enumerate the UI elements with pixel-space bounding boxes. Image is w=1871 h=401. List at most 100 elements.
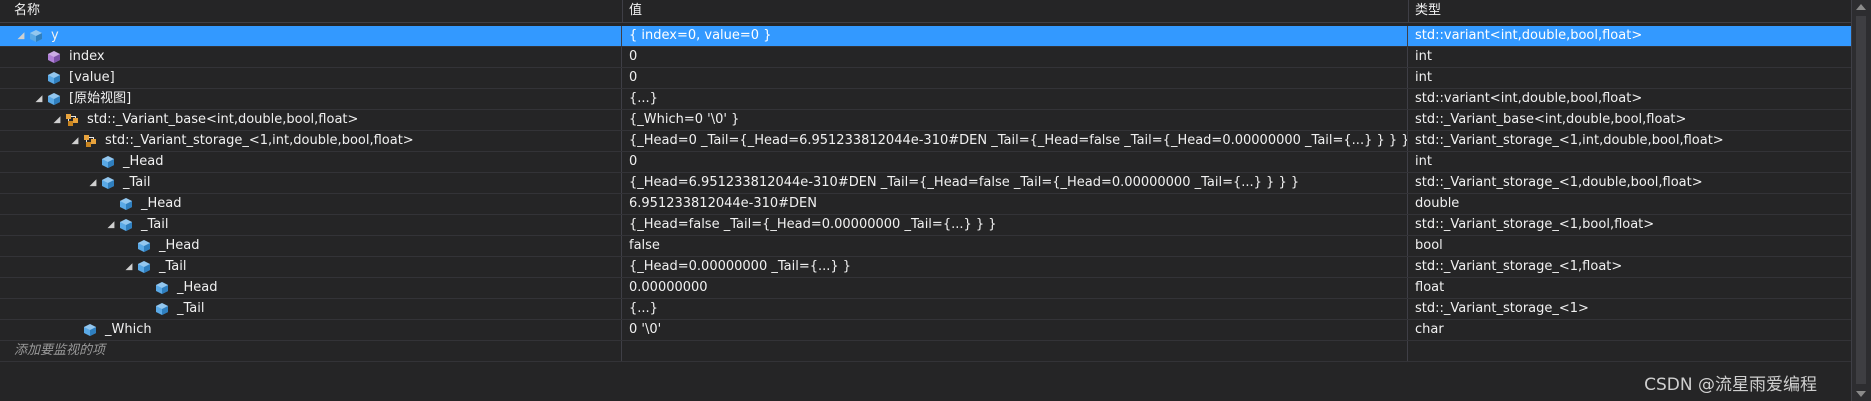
name-cell[interactable]: _Head <box>0 278 622 298</box>
value-cell[interactable]: {...} <box>623 89 1408 109</box>
value-cell[interactable]: {_Head=false _Tail={_Head=0.00000000 _Ta… <box>623 215 1408 235</box>
name-cell[interactable]: _Which <box>0 320 622 340</box>
value-cell[interactable]: {_Which=0 '\0' } <box>623 110 1408 130</box>
watch-row[interactable]: _Head 0.00000000 float <box>0 278 1851 299</box>
value-cell[interactable]: {_Head=0 _Tail={_Head=6.951233812044e-31… <box>623 131 1408 151</box>
field-icon <box>83 320 97 340</box>
header-value[interactable]: 值 <box>623 0 1409 22</box>
type-cell: char <box>1415 322 1444 337</box>
field-icon <box>155 278 169 298</box>
field-purple-icon <box>47 47 61 67</box>
value-cell-empty <box>623 341 1408 361</box>
name-cell[interactable]: ◢ y <box>0 26 622 46</box>
field-icon <box>47 68 61 88</box>
field-icon <box>137 236 151 256</box>
type-cell: std::variant<int,double,bool,float> <box>1409 26 1851 46</box>
variable-name: _Which <box>105 322 152 337</box>
expand-arrow-icon[interactable]: ◢ <box>124 257 134 277</box>
expand-arrow-icon[interactable]: ◢ <box>16 26 26 46</box>
watch-row[interactable]: ◢ [原始视图] {...} std::variant<int,double,bool… <box>0 89 1851 110</box>
scroll-down-arrow-icon[interactable] <box>1856 391 1866 397</box>
type-cell: std::_Variant_storage_<1,int,double,bool… <box>1415 133 1724 148</box>
type-cell: std::_Variant_base<int,double,bool,float… <box>1415 112 1687 127</box>
watch-row[interactable]: _Which 0 '\0' char <box>0 320 1851 341</box>
name-cell[interactable]: ◢ _Tail <box>0 215 622 235</box>
expand-arrow-icon[interactable]: ◢ <box>52 110 62 130</box>
variable-name: index <box>69 49 105 64</box>
value-cell[interactable]: 0 <box>623 152 1408 172</box>
expand-arrow-icon[interactable]: ◢ <box>88 173 98 193</box>
value-cell[interactable]: 0 <box>623 68 1408 88</box>
value-cell[interactable]: 0 <box>623 47 1408 67</box>
watch-row[interactable]: _Head 6.951233812044e-310#DEN double <box>0 194 1851 215</box>
add-watch-input[interactable]: 添加要监视的项 <box>0 341 622 361</box>
name-cell[interactable]: _Head <box>0 194 622 214</box>
watch-row[interactable]: ◢ _Tail {_Head=0.00000000 _Tail={...} } std… <box>0 257 1851 278</box>
type-cell: std::_Variant_storage_<1,bool,float> <box>1415 217 1655 232</box>
scroll-up-arrow-icon[interactable] <box>1856 4 1866 10</box>
name-cell[interactable]: _Head <box>0 236 622 256</box>
name-cell[interactable]: _Tail <box>0 299 622 319</box>
variable-name: y <box>51 28 59 43</box>
watch-row[interactable]: ◢ std::_Variant_storage_<1,int,double,boo… <box>0 131 1851 152</box>
name-cell[interactable]: ◢ std::_Variant_storage_<1,int,double,boo… <box>0 131 622 151</box>
field-icon <box>29 26 43 46</box>
name-cell[interactable]: ◢ _Tail <box>0 173 622 193</box>
type-cell: double <box>1415 196 1460 211</box>
type-cell: int <box>1415 154 1432 169</box>
value-cell[interactable]: false <box>623 236 1408 256</box>
variable-name: _Head <box>159 238 200 253</box>
value-cell[interactable]: 0.00000000 <box>623 278 1408 298</box>
value-cell[interactable]: {_Head=0.00000000 _Tail={...} } <box>623 257 1408 277</box>
watch-row[interactable]: ◢ std::_Variant_base<int,double,bool,floa… <box>0 110 1851 131</box>
type-cell: int <box>1415 70 1432 85</box>
vertical-scrollbar[interactable] <box>1851 0 1871 401</box>
type-cell: float <box>1415 280 1445 295</box>
watch-row[interactable]: _Tail {...} std::_Variant_storage_<1> <box>0 299 1851 320</box>
watch-row[interactable]: index 0 int <box>0 47 1851 68</box>
type-cell: bool <box>1415 238 1443 253</box>
name-cell[interactable]: ◢ _Tail <box>0 257 622 277</box>
value-cell[interactable]: { index=0, value=0 } <box>623 26 1408 46</box>
value-cell[interactable]: 6.951233812044e-310#DEN <box>623 194 1408 214</box>
expand-arrow-icon[interactable]: ◢ <box>70 131 80 151</box>
type-cell: std::_Variant_storage_<1,float> <box>1415 259 1623 274</box>
name-cell[interactable]: _Head <box>0 152 622 172</box>
watch-row[interactable]: ◢ y{ index=0, value=0 } std::variant<int,d… <box>0 26 1851 47</box>
watch-rows: ◢ y{ index=0, value=0 } std::variant<int,d… <box>0 26 1851 362</box>
scroll-thumb[interactable] <box>1856 16 1866 384</box>
watermark: CSDN @流星雨爱编程 <box>1644 375 1817 395</box>
add-watch-row[interactable]: 添加要监视的项 <box>0 341 1851 362</box>
field-icon <box>119 215 133 235</box>
variable-name: [value] <box>69 70 115 85</box>
column-header: 名称 值 类型 <box>0 0 1851 23</box>
expand-arrow-icon[interactable]: ◢ <box>106 215 116 235</box>
variable-name: std::_Variant_storage_<1,int,double,bool… <box>105 133 414 148</box>
watch-row[interactable]: ◢ _Tail {_Head=6.951233812044e-310#DEN _Ta… <box>0 173 1851 194</box>
header-name[interactable]: 名称 <box>0 0 623 22</box>
value-cell[interactable]: {_Head=6.951233812044e-310#DEN _Tail={_H… <box>623 173 1408 193</box>
name-cell[interactable]: ◢ std::_Variant_base<int,double,bool,floa… <box>0 110 622 130</box>
expand-arrow-icon[interactable]: ◢ <box>34 89 44 109</box>
watch-row[interactable]: _Head false bool <box>0 236 1851 257</box>
watch-row[interactable]: ◢ _Tail {_Head=false _Tail={_Head=0.000000… <box>0 215 1851 236</box>
header-type[interactable]: 类型 <box>1409 0 1851 22</box>
name-cell[interactable]: [value] <box>0 68 622 88</box>
field-icon <box>119 194 133 214</box>
field-icon <box>137 257 151 277</box>
field-icon <box>101 152 115 172</box>
field-icon <box>47 89 61 109</box>
value-cell[interactable]: 0 '\0' <box>623 320 1408 340</box>
name-cell[interactable]: index <box>0 47 622 67</box>
field-icon <box>101 173 115 193</box>
watch-row[interactable]: _Head 0 int <box>0 152 1851 173</box>
name-cell[interactable]: ◢ [原始视图] <box>0 89 622 109</box>
value-cell[interactable]: {...} <box>623 299 1408 319</box>
watch-row[interactable]: [value] 0 int <box>0 68 1851 89</box>
